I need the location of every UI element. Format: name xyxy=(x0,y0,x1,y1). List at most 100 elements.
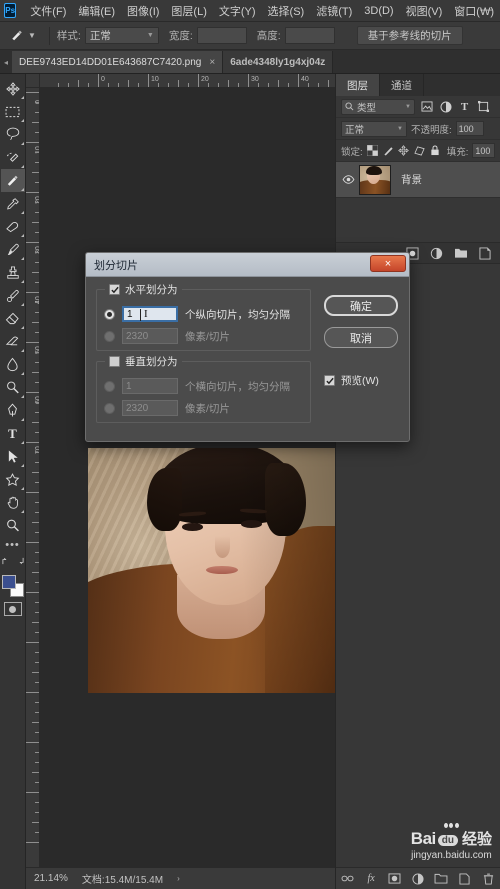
menu-select[interactable]: 选择(S) xyxy=(262,1,311,21)
slices-from-guides-button[interactable]: 基于参考线的切片 xyxy=(356,26,463,45)
ruler-h-tick-40: 40 xyxy=(301,76,309,83)
layer-filter-select[interactable]: 类型 ▼ xyxy=(341,98,415,115)
hand-tool[interactable] xyxy=(1,491,25,514)
horizontal-slices-row: 1 I 个纵向切片，均匀分隔 xyxy=(104,306,290,322)
history-brush-tool[interactable] xyxy=(1,284,25,307)
fill-input[interactable]: 100 xyxy=(472,143,495,158)
type-tool[interactable]: T xyxy=(1,422,25,445)
document-image[interactable] xyxy=(88,448,335,693)
lock-position-icon[interactable] xyxy=(398,143,410,158)
edit-toolbar-icon[interactable]: ••• xyxy=(1,537,25,553)
path-selection-tool[interactable] xyxy=(1,445,25,468)
menu-3d[interactable]: 3D(D) xyxy=(358,3,399,19)
lock-artboard-icon[interactable] xyxy=(414,143,426,158)
blend-mode-select[interactable]: 正常 ▼ xyxy=(341,120,407,137)
menu-image[interactable]: 图像(I) xyxy=(121,1,165,21)
status-bar: 21.14% 文档:15.4M/15.4M › xyxy=(26,867,335,889)
height-input[interactable] xyxy=(284,27,335,44)
brush-tool[interactable] xyxy=(1,238,25,261)
tool-preset-chevron-icon[interactable]: ▼ xyxy=(28,31,36,40)
menu-edit[interactable]: 编辑(E) xyxy=(72,1,121,21)
horizontal-pixels-radio[interactable] xyxy=(104,330,115,342)
foreground-color-swatch[interactable] xyxy=(1,575,16,589)
ruler-h-tick-20: 20 xyxy=(201,76,209,83)
ok-button[interactable]: 确定 xyxy=(324,295,398,316)
eyedropper-tool[interactable] xyxy=(1,192,25,215)
width-input[interactable] xyxy=(196,27,247,44)
lasso-tool[interactable] xyxy=(1,123,25,146)
status-chevron-icon[interactable]: › xyxy=(177,874,180,883)
gradient-tool[interactable] xyxy=(1,330,25,353)
document-tab-2[interactable]: 6ade4348ly1g4xj04z xyxy=(223,51,334,73)
lock-transparent-icon[interactable] xyxy=(366,143,379,158)
layer-thumbnail xyxy=(359,164,391,195)
blur-tool[interactable] xyxy=(1,353,25,376)
tab-scroll-icon[interactable]: ◂ xyxy=(0,58,12,73)
dialog-title-bar[interactable]: 划分切片 × xyxy=(86,253,409,277)
quick-mask-icon[interactable] xyxy=(3,602,22,616)
shape-filter-icon[interactable] xyxy=(476,99,491,114)
layer-visibility-icon[interactable] xyxy=(339,175,357,184)
pen-tool[interactable] xyxy=(1,399,25,422)
slice-tool[interactable] xyxy=(0,169,25,192)
swap-colors-icon[interactable] xyxy=(1,553,24,569)
mask-icon[interactable] xyxy=(387,871,402,886)
close-icon[interactable]: × xyxy=(370,255,406,272)
vertical-pixels-input[interactable]: 2320 xyxy=(122,400,178,416)
opacity-input[interactable]: 100 xyxy=(455,121,484,136)
lock-all-icon[interactable] xyxy=(429,143,441,158)
divide-horizontally-checkbox[interactable] xyxy=(109,284,120,295)
preview-checkbox[interactable] xyxy=(324,375,335,386)
table-row[interactable]: 背景 xyxy=(336,162,500,198)
horizontal-slices-input[interactable]: 1 I xyxy=(122,306,178,322)
link-icon[interactable] xyxy=(340,871,355,886)
dodge-tool[interactable] xyxy=(1,376,25,399)
pixel-filter-icon[interactable] xyxy=(419,99,434,114)
adjustment-icon[interactable] xyxy=(429,246,444,261)
menu-layer[interactable]: 图层(L) xyxy=(165,1,212,21)
document-tab-1[interactable]: DEE9743ED14DD01E643687C7420.png × xyxy=(12,51,224,73)
tab-channels[interactable]: 通道 xyxy=(380,74,424,96)
tab-layers[interactable]: 图层 xyxy=(336,74,380,96)
divide-vertically-checkbox[interactable] xyxy=(109,356,120,367)
group-icon[interactable] xyxy=(434,871,449,886)
menu-file[interactable]: 文件(F) xyxy=(24,1,72,21)
menu-view[interactable]: 视图(V) xyxy=(400,1,449,21)
new-layer-icon[interactable] xyxy=(477,246,492,261)
delete-icon[interactable] xyxy=(481,871,496,886)
adjustment-filter-icon[interactable] xyxy=(438,99,453,114)
horizontal-slices-radio[interactable] xyxy=(104,308,115,320)
vertical-slices-input[interactable]: 1 xyxy=(122,378,178,394)
chevron-down-icon: ▼ xyxy=(397,125,403,132)
color-swatches[interactable] xyxy=(1,573,25,599)
lock-label: 锁定: xyxy=(341,146,363,158)
lock-image-icon[interactable] xyxy=(382,143,394,158)
eraser-tool[interactable] xyxy=(1,307,25,330)
healing-brush-tool[interactable] xyxy=(1,215,25,238)
style-select[interactable]: 正常 ▼ xyxy=(84,27,159,44)
canvas-area[interactable] xyxy=(40,88,335,867)
new-layer-button-icon[interactable] xyxy=(457,871,472,886)
quick-selection-tool[interactable] xyxy=(1,146,25,169)
zoom-tool[interactable] xyxy=(1,514,25,537)
marquee-tool[interactable] xyxy=(1,100,25,123)
folder-icon[interactable] xyxy=(453,246,468,261)
horizontal-pixels-input[interactable]: 2320 xyxy=(122,328,178,344)
close-icon[interactable]: × xyxy=(209,57,215,68)
height-label: 高度: xyxy=(256,30,281,42)
clone-stamp-tool[interactable] xyxy=(1,261,25,284)
cancel-button[interactable]: 取消 xyxy=(324,327,398,348)
tools-panel: T ••• xyxy=(0,74,26,889)
vertical-pixels-radio[interactable] xyxy=(104,402,115,414)
ruler-h-tick-10: 10 xyxy=(151,76,159,83)
menu-filter[interactable]: 滤镜(T) xyxy=(310,1,358,21)
move-tool[interactable] xyxy=(1,77,25,100)
zoom-level[interactable]: 21.14% xyxy=(34,873,68,884)
adjustment-layer-icon[interactable] xyxy=(410,871,425,886)
minimize-button[interactable]: — xyxy=(478,3,494,16)
fx-icon[interactable]: fx xyxy=(364,871,379,886)
shape-tool[interactable] xyxy=(1,468,25,491)
vertical-slices-radio[interactable] xyxy=(104,380,115,392)
type-filter-icon[interactable]: T xyxy=(457,99,472,114)
menu-type[interactable]: 文字(Y) xyxy=(213,1,262,21)
